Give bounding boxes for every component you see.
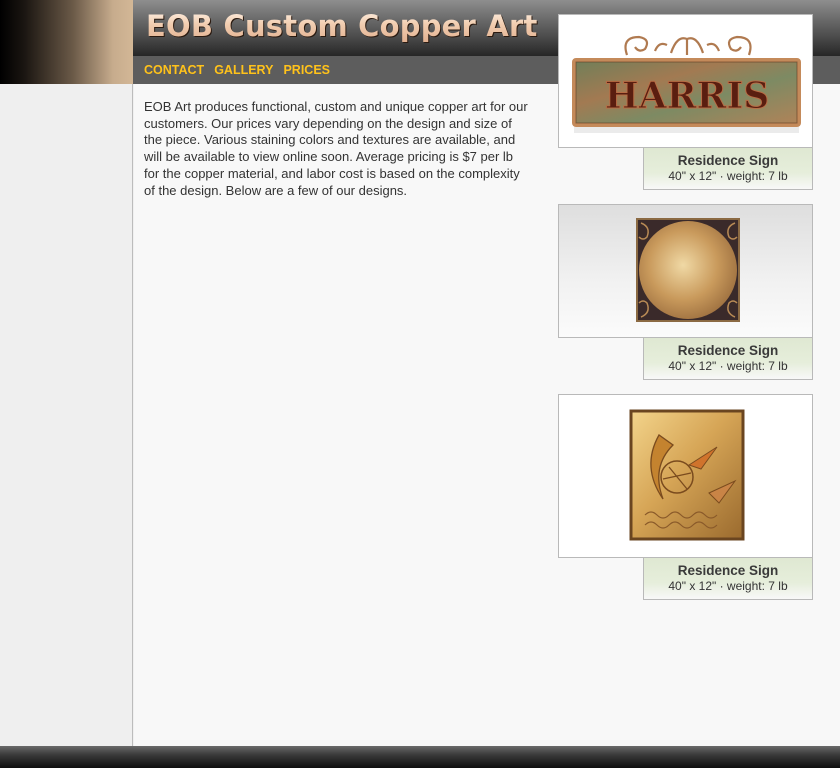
caption-title: Residence Sign	[677, 563, 779, 578]
caption-detail: 40" x 12" · weight: 7 lb	[668, 169, 788, 183]
caption-title: Residence Sign	[677, 153, 779, 168]
gallery-photo-1[interactable]: HARRIS	[558, 14, 813, 148]
caption-detail: 40" x 12" · weight: 7 lb	[668, 359, 788, 373]
sun-moon-panel-image	[629, 409, 745, 541]
main-nav: CONTACT GALLERY PRICES	[144, 63, 330, 77]
gallery-photo-2[interactable]	[558, 204, 813, 338]
harris-sign-image: HARRIS	[572, 35, 801, 133]
copper-plaque-image	[636, 218, 740, 322]
caption-detail: 40" x 12" · weight: 7 lb	[668, 579, 788, 593]
caption-title: Residence Sign	[677, 343, 779, 358]
nav-gallery-link[interactable]: GALLERY	[214, 63, 273, 77]
nav-prices-link[interactable]: PRICES	[283, 63, 330, 77]
nav-contact-link[interactable]: CONTACT	[144, 63, 204, 77]
sign-lettering: HARRIS	[605, 75, 770, 117]
gallery-photo-3[interactable]	[558, 394, 813, 558]
footer-bar	[0, 746, 840, 768]
gallery-caption-2: Residence Sign 40" x 12" · weight: 7 lb	[643, 337, 813, 380]
left-sidebar	[0, 84, 133, 746]
gallery-caption-1: Residence Sign 40" x 12" · weight: 7 lb	[643, 147, 813, 190]
gallery-caption-3: Residence Sign 40" x 12" · weight: 7 lb	[643, 557, 813, 600]
intro-paragraph: EOB Art produces functional, custom and …	[144, 99, 528, 198]
header-corner-gradient	[0, 0, 133, 84]
site-title: EOB Custom Copper Art	[146, 9, 538, 43]
